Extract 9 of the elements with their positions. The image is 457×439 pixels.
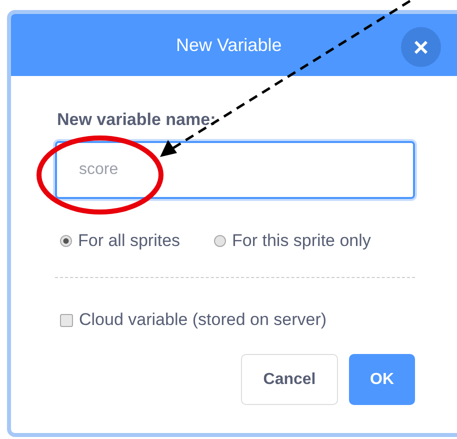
dialog-title: New Variable xyxy=(176,35,282,56)
close-button[interactable]: × xyxy=(401,27,441,67)
cancel-button[interactable]: Cancel xyxy=(241,354,338,405)
radio-label: For all sprites xyxy=(78,231,180,251)
radio-label: For this sprite only xyxy=(232,231,371,251)
ok-button[interactable]: OK xyxy=(349,354,415,405)
variable-name-field[interactable]: score xyxy=(55,141,415,199)
field-label: New variable name: xyxy=(57,110,216,130)
checkbox-label: Cloud variable (stored on server) xyxy=(79,310,327,330)
